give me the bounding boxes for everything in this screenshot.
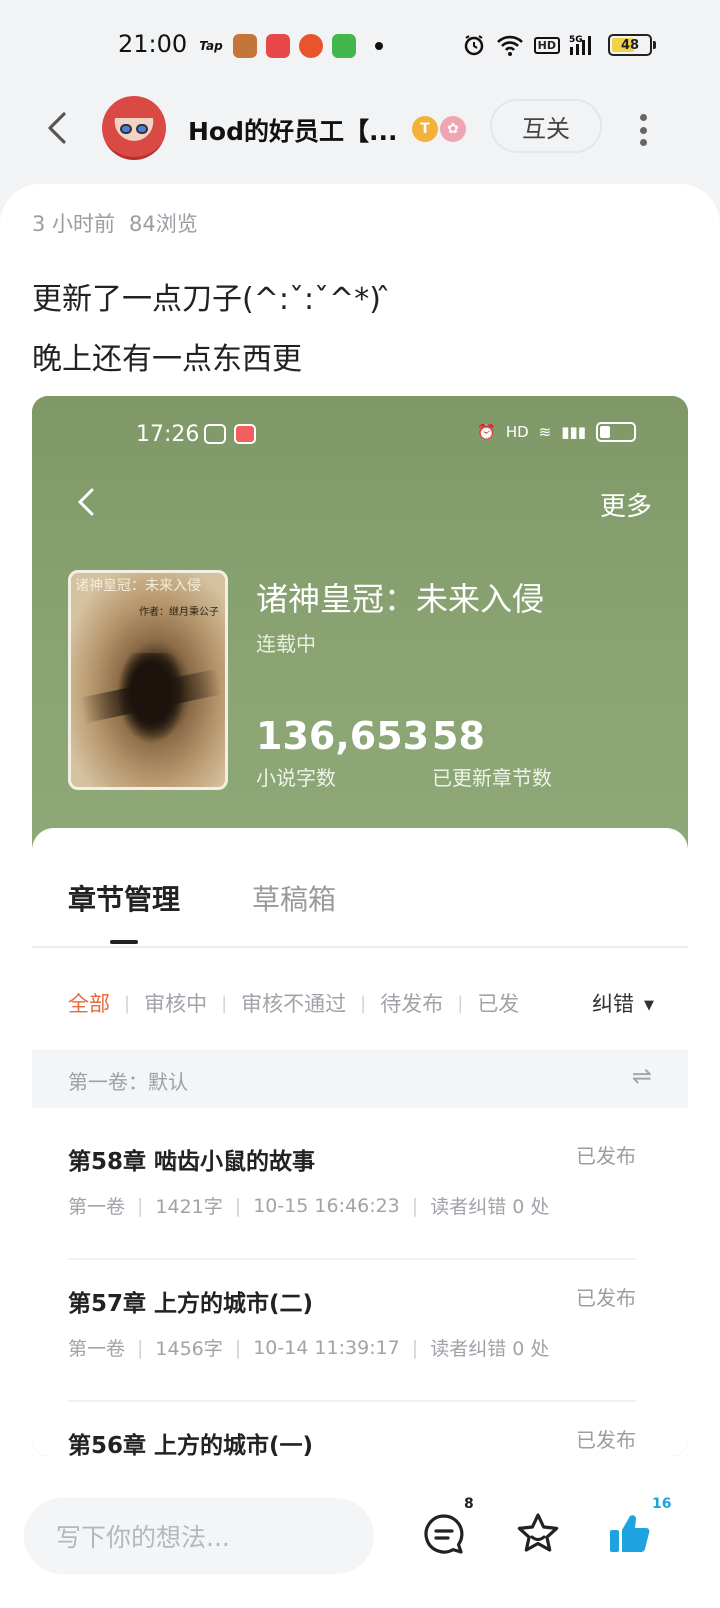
author-name[interactable]: Hod的好员工【... [188,112,398,148]
book-header: 17:26 ⏰ HD ≋ ▮▮▮ 更多 诸神皇冠：未来入侵 作者：继月秉公子 诸… [32,396,688,856]
status-time: 21:00 [118,30,188,58]
embedded-notification-icons [204,424,256,444]
filter-rejected: 审核不通过 [241,992,347,1016]
flower-badge-icon: ✿ [440,116,466,142]
notification-icons: Tap [198,34,383,58]
chapter-panel: 章节管理 草稿箱 全部 | 审核中 | 审核不通过 | 待发布 | 已发 纠错 ▼ 第一卷… [32,828,688,1456]
embedded-wifi-icon: ≋ [538,423,552,441]
game-app-icon [233,34,257,58]
post-meta: 3 小时前 84浏览 [32,208,198,238]
chapter-status: 已发布 [576,1144,636,1168]
filter-reviewing: 审核中 [144,992,208,1016]
gallery-app-icon [234,424,256,444]
hd-icon: HD [533,36,560,54]
post-text-line-1: 更新了一点刀子(^:ˇ:ˇ^*) ̂ [32,282,391,317]
embedded-battery-icon [596,422,636,442]
alarm-icon [464,35,483,56]
chapter-status: 已发布 [576,1428,636,1452]
error-correction-dropdown: 纠错 ▼ [592,992,654,1016]
comment-input[interactable]: 写下你的想法... [24,1498,374,1574]
book-status: 连载中 [256,632,316,656]
word-count: 136,653 [256,714,430,758]
bilibili-icon [204,424,226,444]
chapter-status: 已发布 [576,1286,636,1310]
favorite-star-icon[interactable] [514,1510,562,1558]
status-bar: 21:00 Tap HD 5G 48 [0,0,720,96]
svg-text:5G: 5G [569,35,583,45]
bottom-action-bar: 写下你的想法... 8 16 [0,1484,720,1608]
swap-icon: ⇌ [631,1062,652,1090]
filter-published: 已发 [477,992,520,1016]
chapter-row: 第56章 上方的城市(一) 已发布 [68,1402,636,1456]
volume-row: 第一卷：默认 ⇌ [32,1050,688,1108]
chapter-title: 第56章 上方的城市(一) [68,1433,314,1456]
dropdown-triangle-icon: ▼ [644,997,654,1013]
signal-icon: 5G [569,35,591,55]
shopping-app-icon [266,34,290,58]
embedded-hd-icon: HD [505,423,529,441]
embedded-alarm-icon: ⏰ [477,423,496,441]
chapter-count: 58 [432,714,485,758]
chapter-info: 第一卷 | 1456字 | 10-14 11:39:17 | 读者纠错 0 处 [68,1336,550,1361]
chapter-row: 第58章 啮齿小鼠的故事 已发布 第一卷 | 1421字 | 10-15 16:46… [68,1118,636,1260]
book-title: 诸神皇冠：未来入侵 [256,580,545,618]
cover-title: 诸神皇冠：未来入侵 [75,578,201,594]
author-avatar[interactable] [102,96,166,160]
word-count-stat: 136,653 小说字数 [256,714,429,791]
like-count: 16 [652,1496,672,1512]
book-cover: 诸神皇冠：未来入侵 作者：继月秉公子 [68,570,228,790]
chapter-count-label: 已更新章节数 [432,766,552,790]
more-options-icon[interactable] [628,110,658,150]
battery-icon: 48 [608,34,656,56]
post-image[interactable]: 17:26 ⏰ HD ≋ ▮▮▮ 更多 诸神皇冠：未来入侵 作者：继月秉公子 诸… [32,396,688,1456]
embedded-back-icon [77,488,94,516]
taptap-icon: Tap [199,39,223,53]
chapter-info: 第一卷 | 1421字 | 10-15 16:46:23 | 读者纠错 0 处 [68,1194,550,1219]
back-arrow-icon[interactable] [38,108,78,148]
post-time: 3 小时前 [32,212,116,236]
status-filters: 全部 | 审核中 | 审核不通过 | 待发布 | 已发 [68,988,548,1018]
view-count: 84浏览 [129,212,198,236]
wifi-icon [496,35,523,56]
word-count-label: 小说字数 [256,766,336,790]
tab-drafts: 草稿箱 [252,883,337,916]
post-text-line-2: 晚上还有一点东西更 [32,342,302,377]
chapter-title: 第57章 上方的城市(二) [68,1291,314,1317]
taobao-app-icon [299,34,323,58]
cover-author: 作者：继月秉公子 [139,607,219,618]
embedded-system-icons: ⏰ HD ≋ ▮▮▮ [477,422,636,442]
chapter-title: 第58章 啮齿小鼠的故事 [68,1149,316,1175]
post-header: Hod的好员工【... T ✿ 互关 [0,92,720,172]
green-app-icon [332,34,356,58]
embedded-more-label: 更多 [599,492,652,522]
mutual-follow-button[interactable]: 互关 [490,99,602,153]
comment-count: 8 [464,1496,474,1512]
tab-chapter-management: 章节管理 [68,878,180,944]
more-notifications-dot [375,42,383,50]
comment-icon[interactable] [420,1510,468,1558]
chapter-row: 第57章 上方的城市(二) 已发布 第一卷 | 1456字 | 10-14 11:3… [68,1260,636,1402]
system-icons: HD 5G 48 [462,33,656,57]
post-content: 3 小时前 84浏览 更新了一点刀子(^:ˇ:ˇ^*) ̂ 晚上还有一点东西更 1… [0,184,720,1484]
embedded-time: 17:26 [136,422,200,447]
volume-label: 第一卷：默认 [68,1070,188,1094]
embedded-signal-icon: ▮▮▮ [561,423,586,441]
chapter-count-stat: 58 已更新章节数 [432,714,552,791]
filter-all: 全部 [68,992,110,1016]
like-thumb-icon[interactable] [606,1510,654,1558]
embedded-tabs: 章节管理 草稿箱 [68,878,337,944]
level-badge-icon: T [412,116,438,142]
filter-pending: 待发布 [380,992,444,1016]
